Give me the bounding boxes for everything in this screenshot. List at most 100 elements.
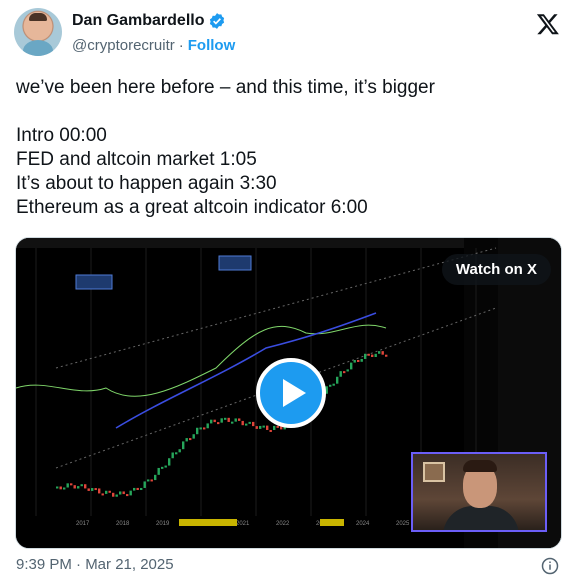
candle — [196, 427, 199, 435]
candle — [91, 488, 94, 491]
candle — [105, 490, 108, 494]
candle — [59, 486, 62, 490]
candle — [87, 488, 90, 491]
candle — [70, 483, 73, 486]
candle — [374, 353, 377, 358]
candle — [122, 491, 125, 495]
candle — [210, 419, 213, 424]
candle — [381, 351, 384, 355]
candle — [259, 425, 262, 429]
candle — [367, 353, 370, 356]
candle — [154, 474, 157, 481]
candle — [385, 354, 388, 357]
candle — [206, 423, 209, 429]
tweet-header: Dan Gambardello @cryptorecruitr · Follow — [14, 8, 564, 62]
axis-year-label: 2022 — [276, 521, 290, 527]
candle — [189, 438, 192, 441]
wall-frame — [423, 462, 445, 482]
handle-row: @cryptorecruitr · Follow — [72, 37, 235, 54]
candle — [56, 486, 59, 489]
x-logo-icon[interactable] — [536, 12, 560, 36]
candle — [273, 425, 276, 430]
candle — [343, 371, 346, 374]
candle — [248, 421, 251, 424]
candle — [143, 481, 146, 488]
handle[interactable]: @cryptorecruitr — [72, 37, 175, 54]
candle — [245, 423, 248, 426]
avatar[interactable] — [14, 8, 62, 56]
candle — [77, 486, 80, 489]
person-hair — [463, 460, 497, 472]
candle — [378, 351, 381, 354]
follow-button[interactable]: Follow — [188, 37, 236, 54]
candle — [66, 483, 69, 488]
webcam-overlay — [411, 452, 547, 532]
candle — [269, 429, 272, 432]
candle — [364, 353, 367, 359]
candle — [126, 494, 129, 497]
candle — [140, 487, 143, 491]
candle — [101, 493, 104, 496]
verified-badge-icon — [210, 13, 225, 29]
candle — [231, 421, 234, 424]
candle — [119, 491, 122, 495]
candle — [199, 427, 202, 430]
axis-year-label: 2017 — [76, 521, 90, 527]
axis-year-label: 2018 — [116, 521, 130, 527]
person-shirt — [443, 506, 519, 530]
watch-on-x-button[interactable]: Watch on X — [441, 254, 551, 285]
candle — [157, 467, 160, 475]
candle — [161, 466, 164, 469]
candle — [171, 452, 174, 459]
candle — [276, 425, 279, 428]
candle — [108, 490, 111, 493]
play-icon — [283, 379, 306, 407]
candle — [129, 490, 132, 496]
candle — [262, 425, 265, 428]
axis-year-label: 2024 — [356, 521, 370, 527]
candle — [217, 422, 220, 425]
candle — [329, 384, 332, 387]
candle — [178, 449, 181, 453]
play-button[interactable] — [256, 358, 326, 428]
tweet-text: we’ve been here before – and this time, … — [16, 77, 435, 218]
candle — [112, 492, 115, 497]
axis-year-label: 2025 — [396, 521, 410, 527]
candle — [357, 360, 360, 363]
candle — [115, 494, 118, 497]
candle — [332, 383, 335, 386]
candle — [346, 369, 349, 372]
candle — [136, 487, 139, 491]
candle — [252, 421, 255, 427]
candle — [203, 427, 206, 430]
candle — [238, 418, 241, 421]
candle — [255, 426, 258, 429]
candle — [360, 358, 363, 362]
candle — [371, 354, 374, 358]
candle — [73, 485, 76, 489]
candle — [80, 484, 83, 487]
tweet-timestamp[interactable]: 9:39 PM · Mar 21, 2025 — [16, 556, 174, 573]
display-name[interactable]: Dan Gambardello — [72, 12, 204, 30]
candle — [192, 434, 195, 439]
candle — [84, 484, 87, 489]
candle — [94, 488, 97, 491]
candle — [63, 487, 66, 490]
separator: · — [178, 37, 184, 54]
video-media[interactable]: 2017201820192020202120222023202420252026… — [15, 237, 562, 549]
candle — [175, 452, 178, 455]
candle — [227, 417, 230, 422]
candle — [353, 360, 356, 363]
info-icon[interactable] — [541, 557, 559, 575]
axis-year-label: 2021 — [236, 521, 250, 527]
candle — [150, 479, 153, 482]
axis-year-label: 2019 — [156, 521, 170, 527]
candle — [168, 458, 171, 466]
candle — [133, 487, 136, 491]
candle — [241, 420, 244, 426]
candle — [350, 362, 353, 370]
name-row: Dan Gambardello — [72, 12, 226, 30]
candle — [339, 371, 342, 377]
candle — [266, 425, 269, 430]
candle — [336, 376, 339, 384]
